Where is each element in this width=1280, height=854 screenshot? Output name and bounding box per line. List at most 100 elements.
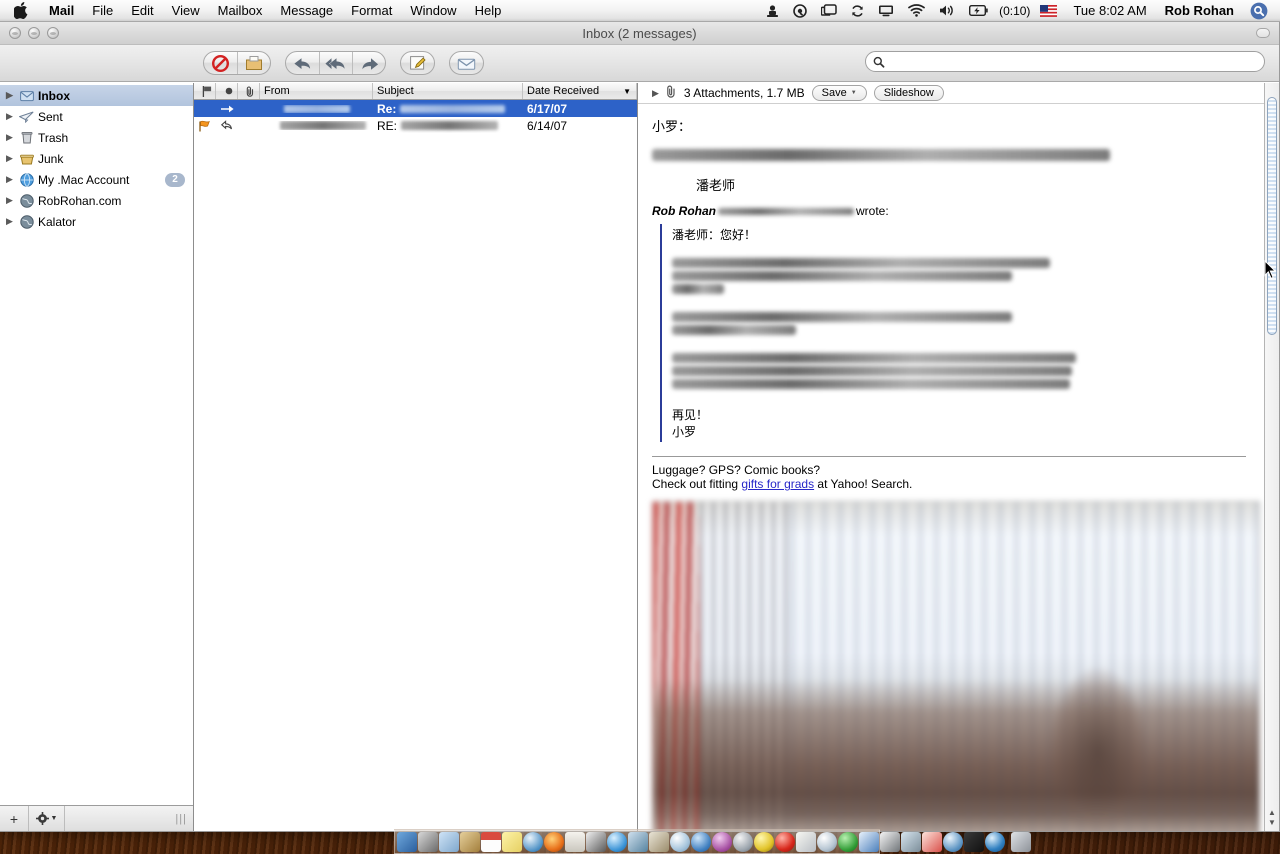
sidebar-item-sent[interactable]: ▶ Sent bbox=[0, 106, 193, 127]
mailbox-actions-button[interactable]: ▼ bbox=[29, 806, 65, 831]
column-header-from[interactable]: From bbox=[260, 83, 373, 99]
disclosure-triangle-icon[interactable]: ▶ bbox=[4, 216, 15, 227]
battery-icon[interactable] bbox=[963, 0, 994, 22]
disclosure-triangle-icon[interactable]: ▶ bbox=[4, 111, 15, 122]
dock-item-google-earth-icon[interactable] bbox=[985, 831, 1005, 852]
dock-item-disc-burner-icon[interactable] bbox=[817, 831, 837, 852]
displays-icon[interactable] bbox=[815, 0, 843, 22]
menu-mailbox[interactable]: Mailbox bbox=[209, 0, 272, 22]
dock-item-safari-icon[interactable] bbox=[523, 831, 543, 852]
message-scrollbar[interactable]: ▲ ▼ bbox=[1264, 83, 1279, 831]
dock-item-sherlock-icon[interactable] bbox=[670, 831, 690, 852]
sidebar-item-robrohan-com[interactable]: ▶ RobRohan.com bbox=[0, 190, 193, 211]
column-header-attachment[interactable] bbox=[238, 83, 260, 99]
dock-item-display-icon[interactable] bbox=[964, 831, 984, 852]
message-list-empty-area[interactable] bbox=[194, 134, 637, 831]
menu-window[interactable]: Window bbox=[401, 0, 465, 22]
reply-button[interactable] bbox=[286, 52, 319, 74]
dock-item-preview-icon[interactable] bbox=[439, 831, 459, 852]
sidebar-item-inbox[interactable]: ▶ Inbox bbox=[0, 85, 193, 106]
dock-item-sketchup-icon[interactable] bbox=[859, 831, 879, 852]
sidebar-item-kalator[interactable]: ▶ Kalator bbox=[0, 211, 193, 232]
menu-help[interactable]: Help bbox=[466, 0, 511, 22]
dock-item-colorsync-icon[interactable] bbox=[922, 831, 942, 852]
column-header-subject[interactable]: Subject bbox=[373, 83, 523, 99]
junk-button[interactable] bbox=[204, 52, 237, 74]
add-mailbox-button[interactable]: + bbox=[0, 806, 29, 831]
scrollbar-thumb[interactable] bbox=[1267, 97, 1277, 335]
menu-edit[interactable]: Edit bbox=[122, 0, 162, 22]
dock-item-photo-booth-icon[interactable] bbox=[712, 831, 732, 852]
dock-item-itunes-icon[interactable] bbox=[607, 831, 627, 852]
spotlight-search-icon[interactable] bbox=[1244, 0, 1274, 22]
window-title-bar[interactable]: Inbox (2 messages) bbox=[0, 22, 1279, 45]
scroll-up-arrow-icon[interactable]: ▲ bbox=[1268, 808, 1276, 817]
dock-item-dvd-player-icon[interactable] bbox=[733, 831, 753, 852]
dock-item-ical-icon[interactable] bbox=[481, 831, 501, 852]
disclosure-triangle-icon[interactable]: ▶ bbox=[652, 88, 659, 99]
delete-button[interactable] bbox=[237, 52, 270, 74]
dock-item-address-book-icon[interactable] bbox=[649, 831, 669, 852]
toolbar-toggle-button[interactable] bbox=[1256, 28, 1270, 38]
table-row[interactable]: RE: 6/14/07 bbox=[194, 117, 637, 134]
resize-grip-icon[interactable]: ||| bbox=[175, 813, 187, 825]
table-row[interactable]: Re: 6/17/07 bbox=[194, 100, 637, 117]
dock-item-system-prefs-icon[interactable] bbox=[418, 831, 438, 852]
us-flag-icon[interactable] bbox=[1034, 0, 1063, 22]
dock-item-ink-tablet-icon[interactable] bbox=[880, 831, 900, 852]
slideshow-button[interactable]: Slideshow bbox=[873, 85, 944, 101]
disclosure-triangle-icon[interactable]: ▶ bbox=[4, 174, 15, 185]
scroll-down-arrow-icon[interactable]: ▼ bbox=[1268, 818, 1276, 827]
dock-item-package-icon[interactable] bbox=[460, 831, 480, 852]
apple-menu[interactable] bbox=[0, 2, 40, 19]
menu-clock[interactable]: Tue 8:02 AM bbox=[1065, 3, 1154, 18]
disclosure-triangle-icon[interactable]: ▶ bbox=[4, 132, 15, 143]
reply-all-button[interactable] bbox=[319, 52, 352, 74]
vpn-icon[interactable] bbox=[760, 0, 785, 22]
dock-item-transmit-icon[interactable] bbox=[628, 831, 648, 852]
dock-item-xcode-icon[interactable] bbox=[838, 831, 858, 852]
gifts-for-grads-link[interactable]: gifts for grads bbox=[741, 477, 814, 491]
menu-format[interactable]: Format bbox=[342, 0, 401, 22]
dock-item-stickies-icon[interactable] bbox=[502, 831, 522, 852]
dock-item-textedit-icon[interactable] bbox=[796, 831, 816, 852]
compose-button[interactable] bbox=[401, 52, 434, 74]
dock-item-ink-pen-icon[interactable] bbox=[586, 831, 606, 852]
get-mail-button[interactable] bbox=[450, 52, 483, 74]
row-flag-cell[interactable] bbox=[194, 120, 216, 132]
search-input[interactable] bbox=[889, 54, 1264, 69]
dock-item-screen-icon[interactable] bbox=[901, 831, 921, 852]
disclosure-triangle-icon[interactable]: ▶ bbox=[4, 153, 15, 164]
menu-message[interactable]: Message bbox=[271, 0, 342, 22]
quicktime-icon[interactable] bbox=[787, 0, 813, 22]
remote-desktop-icon[interactable] bbox=[872, 0, 900, 22]
sync-icon[interactable] bbox=[845, 0, 870, 22]
column-header-flag[interactable] bbox=[194, 83, 216, 99]
dock-item-world-globe-icon[interactable] bbox=[691, 831, 711, 852]
column-header-unread[interactable] bbox=[216, 83, 238, 99]
save-attachments-button[interactable]: Save ▼ bbox=[811, 85, 867, 101]
message-body[interactable]: 小罗： 潘老师 Rob Rohan wrote: 潘老师：您好！ 再见！ 小罗 … bbox=[638, 104, 1279, 831]
scrollbar-arrows[interactable]: ▲ ▼ bbox=[1265, 803, 1279, 831]
menu-view[interactable]: View bbox=[163, 0, 209, 22]
search-field[interactable] bbox=[865, 51, 1265, 72]
dock-item-trash-icon[interactable] bbox=[1011, 831, 1031, 852]
sidebar-item-trash[interactable]: ▶ Trash bbox=[0, 127, 193, 148]
dock-item-quicktime-icon[interactable] bbox=[943, 831, 963, 852]
forward-button[interactable] bbox=[352, 52, 385, 74]
menu-app-name[interactable]: Mail bbox=[40, 0, 83, 22]
blurred-photo-attachment[interactable] bbox=[652, 501, 1260, 831]
disclosure-triangle-icon[interactable]: ▶ bbox=[4, 195, 15, 206]
sidebar-item-junk[interactable]: ▶ Junk bbox=[0, 148, 193, 169]
dock-item-terminal-icon[interactable] bbox=[565, 831, 585, 852]
wifi-icon[interactable] bbox=[902, 0, 931, 22]
fast-user-switch[interactable]: Rob Rohan bbox=[1157, 3, 1242, 18]
sidebar-item-my-mac-account[interactable]: ▶ My .Mac Account 2 bbox=[0, 169, 193, 190]
dock-item-firefox-icon[interactable] bbox=[544, 831, 564, 852]
dock-item-flash-icon[interactable] bbox=[754, 831, 774, 852]
dock-item-acrobat-icon[interactable] bbox=[775, 831, 795, 852]
disclosure-triangle-icon[interactable]: ▶ bbox=[4, 90, 15, 101]
dock-item-finder-icon[interactable] bbox=[397, 831, 417, 852]
column-header-date-received[interactable]: Date Received ▼ bbox=[523, 83, 637, 99]
menu-file[interactable]: File bbox=[83, 0, 122, 22]
